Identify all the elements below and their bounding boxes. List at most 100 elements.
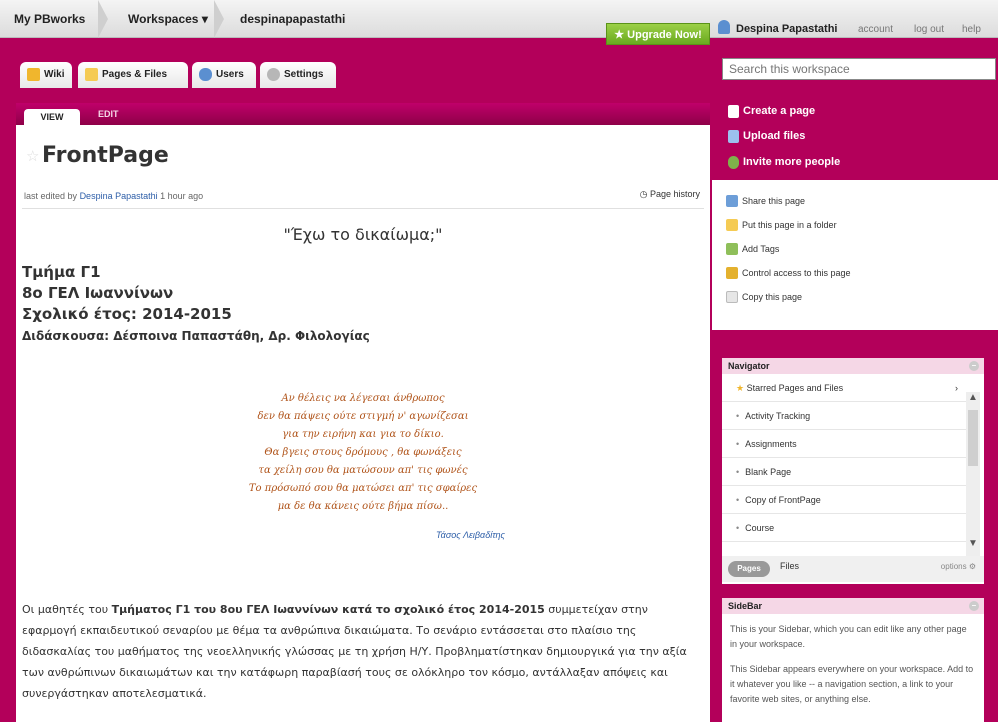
page-title: FrontPage [42, 143, 169, 168]
navigator-footer: Pages Files options ⚙ [722, 556, 984, 582]
starred-pages-item[interactable]: ★ Starred Pages and Files › [722, 374, 966, 402]
meta-user-link[interactable]: Despina Papastathi [80, 191, 158, 201]
tab-pages-files-label: Pages & Files [102, 69, 168, 80]
paragraph-bold: Τμήματος Γ1 του 8ου ΓΕΛ Ιωαννίνων κατά τ… [111, 603, 545, 616]
top-bar: My PBworks Workspaces ▾ despinapapastath… [0, 0, 998, 38]
navigator-panel: Navigator – ★ Starred Pages and Files › • A… [722, 358, 984, 584]
tab-wiki[interactable]: Wiki [20, 62, 72, 88]
search-input[interactable] [722, 58, 996, 80]
add-tags-label: Add Tags [742, 244, 780, 254]
page-icon [728, 105, 739, 118]
paragraph-rest: συμμετείχαν στην εφαρμογή εκπαιδευτικού … [22, 603, 687, 700]
folder-page-label: Put this page in a folder [742, 220, 837, 230]
star-icon[interactable]: ☆ [26, 147, 39, 165]
nav-item[interactable]: • Assignments [722, 430, 966, 458]
sidebar-title: SideBar – [722, 598, 984, 614]
tab-settings[interactable]: Settings [260, 62, 336, 88]
breadcrumb-separator [214, 0, 224, 38]
nav-item[interactable]: • Activity Tracking [722, 402, 966, 430]
view-edit-bar: VIEW EDIT [16, 103, 710, 125]
poem-line: δεν θα πάψεις ούτε στιγμή ν' αγωνίζεσαι [257, 411, 469, 422]
poem-line: Το πρόσωπό σου θα ματώσει απ' τις σφαίρε… [248, 483, 478, 494]
starred-label: Starred Pages and Files [746, 383, 844, 393]
options-link[interactable]: options ⚙ [941, 562, 976, 571]
tab-users[interactable]: Users [192, 62, 256, 88]
poem-author: Τάσος Λειβαδίτης [436, 530, 505, 540]
scroll-up-icon[interactable]: ▲ [968, 392, 978, 403]
scrollbar-thumb[interactable] [968, 410, 978, 466]
poem-line: Αν θέλεις να λέγεσαι άνθρωπος [281, 393, 445, 404]
page-meta: last edited by Despina Papastathi 1 hour… [24, 191, 203, 201]
folder-icon [726, 219, 738, 231]
tab-users-label: Users [216, 69, 244, 80]
nav-item[interactable]: • Copy of FrontPage [722, 486, 966, 514]
collapse-icon[interactable]: – [969, 361, 979, 371]
nav-item[interactable]: • Blank Page [722, 458, 966, 486]
year-line: Σχολικό έτος: 2014-2015 [22, 305, 232, 323]
tab-pages[interactable]: Pages [728, 561, 770, 577]
nav-item-label: Course [745, 523, 775, 533]
scroll-down-icon[interactable]: ▼ [968, 538, 978, 549]
upgrade-button[interactable]: ★ Upgrade Now! [606, 23, 710, 45]
logout-link[interactable]: log out [914, 24, 944, 35]
sidebar-panel: SideBar – This is your Sidebar, which you… [722, 598, 984, 722]
chevron-down-icon: ▾ [201, 12, 208, 26]
create-page-label: Create a page [743, 105, 816, 117]
tag-icon [726, 243, 738, 255]
gear-icon: ⚙ [968, 562, 976, 571]
collapse-icon[interactable]: – [969, 601, 979, 611]
meta-prefix: last edited by [24, 191, 78, 201]
options-label: options [940, 562, 967, 571]
sidebar-text: This Sidebar appears everywhere on your … [730, 664, 974, 704]
tab-settings-label: Settings [284, 69, 324, 80]
upload-icon [728, 130, 739, 143]
page-history-link[interactable]: ◷ Page history [640, 189, 700, 200]
teacher-line: Διδάσκουσα: Δέσποινα Παπαστάθη, Δρ. Φιλο… [22, 329, 370, 343]
user-name-link[interactable]: Despina Papastathi [736, 23, 837, 35]
users-icon [199, 68, 212, 81]
folder-icon [85, 68, 98, 81]
school-line: 8ο ΓΕΛ Ιωαννίνων [22, 284, 174, 302]
poem-line: για την ειρήνη και για το δίκιο. [282, 429, 444, 440]
chevron-right-icon: › [955, 383, 958, 393]
control-access-label: Control access to this page [742, 268, 851, 278]
poem-line: μα δε θα κάνεις ούτε βήμα πίσω.. [277, 501, 449, 512]
workspaces-label: Workspaces [128, 12, 199, 26]
page-actions-panel: Share this page Put this page in a folde… [712, 180, 998, 330]
nav-item[interactable]: • Course [722, 514, 966, 542]
gear-icon [267, 68, 280, 81]
tab-view[interactable]: VIEW [24, 109, 80, 125]
workspace-name[interactable]: despinapapastathi [240, 0, 345, 38]
poem-line: Θα βγεις στους δρόμους , θα φωνάξεις [264, 447, 462, 458]
page-heading: "Έχω το δικαίωμα;" [283, 225, 443, 244]
tab-pages-files[interactable]: Pages & Files [78, 62, 188, 88]
tab-wiki-label: Wiki [44, 69, 65, 80]
nav-item-label: Copy of FrontPage [745, 495, 821, 505]
help-link[interactable]: help [962, 24, 981, 35]
share-icon [726, 195, 738, 207]
key-icon [726, 267, 738, 279]
breadcrumb-separator [98, 0, 108, 38]
copy-icon [726, 291, 738, 303]
intro-paragraph: Οι μαθητές του Τμήματος Γ1 του 8ου ΓΕΛ Ι… [22, 599, 704, 704]
people-icon [728, 156, 739, 169]
nav-item-label: Assignments [745, 439, 797, 449]
nav-item-label: Blank Page [745, 467, 792, 477]
divider [22, 208, 704, 209]
paragraph-start: Οι μαθητές του [22, 603, 112, 616]
share-page-label: Share this page [742, 196, 806, 206]
class-line: Τμήμα Γ1 [22, 263, 101, 281]
tab-files[interactable]: Files [780, 561, 799, 571]
upgrade-label: Upgrade Now! [627, 29, 702, 41]
wiki-icon [27, 68, 40, 81]
copy-page-label: Copy this page [742, 292, 803, 302]
user-icon [718, 20, 730, 34]
star-icon: ★ [736, 383, 747, 393]
account-link[interactable]: account [858, 24, 893, 35]
upload-files-label: Upload files [743, 130, 806, 142]
my-pbworks-link[interactable]: My PBworks [14, 0, 85, 38]
tab-edit[interactable]: EDIT [98, 109, 119, 119]
navigator-title-label: Navigator [728, 361, 770, 371]
workspaces-menu[interactable]: Workspaces ▾ [128, 0, 208, 38]
sidebar-title-label: SideBar [728, 601, 763, 611]
